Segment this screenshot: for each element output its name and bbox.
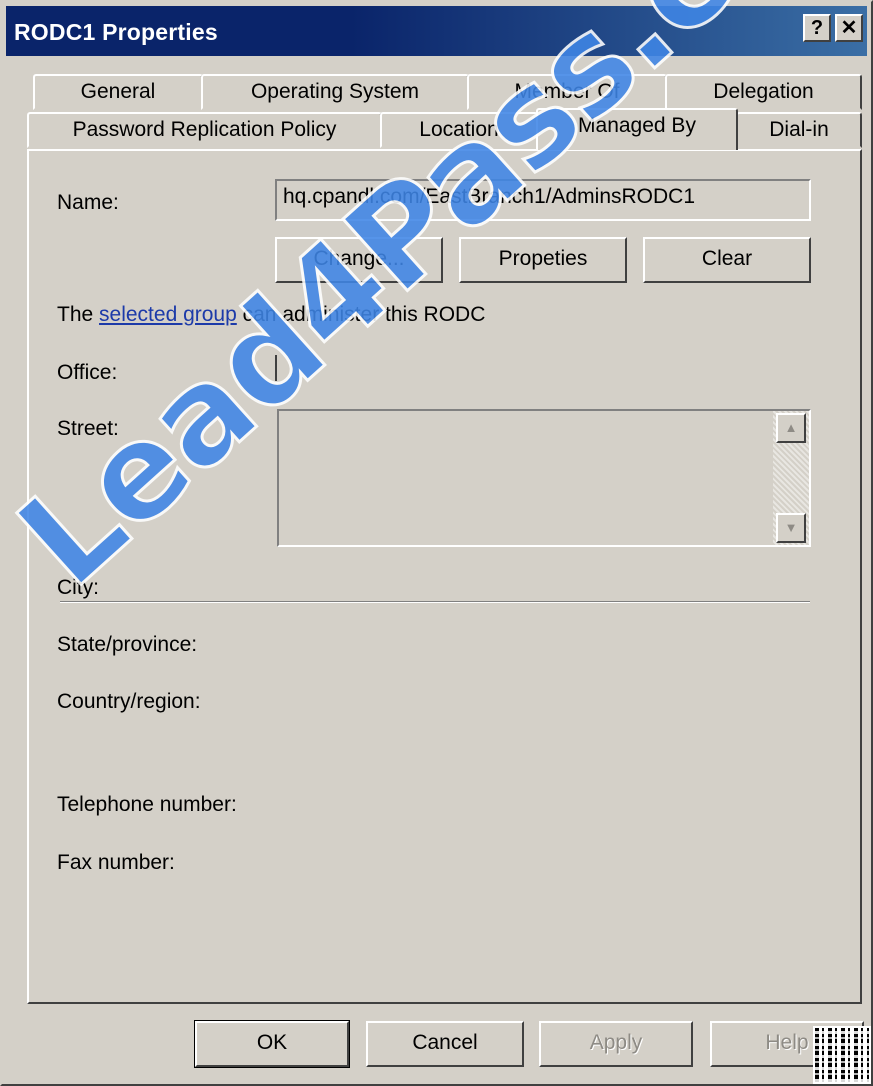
street-field[interactable]: ▲ ▼ <box>277 409 811 547</box>
properties-dialog: RODC1 Properties ? ✕ General Operating S… <box>0 0 873 1086</box>
qr-code-icon <box>813 1026 871 1084</box>
scroll-down-icon[interactable]: ▼ <box>776 513 806 543</box>
selected-group-link[interactable]: selected group <box>99 303 237 326</box>
info-prefix: The <box>57 303 100 326</box>
close-icon[interactable]: ✕ <box>835 14 863 42</box>
window-title: RODC1 Properties <box>14 19 218 45</box>
cancel-button[interactable]: Cancel <box>366 1021 524 1067</box>
street-label: Street: <box>57 417 119 440</box>
office-label: Office: <box>57 361 118 384</box>
scroll-up-icon[interactable]: ▲ <box>776 413 806 443</box>
clear-button[interactable]: Clear <box>643 237 811 283</box>
tab-member-of[interactable]: Member Of <box>467 74 667 110</box>
help-icon[interactable]: ? <box>803 14 831 42</box>
name-field[interactable]: hq.cpandl.com/EastBranch1/AdminsRODC1 <box>275 179 811 221</box>
managed-by-info: The selected group can administer this R… <box>57 303 485 327</box>
street-scrollbar[interactable]: ▲ ▼ <box>773 411 809 545</box>
tab-dial-in[interactable]: Dial-in <box>736 112 862 148</box>
tab-managed-by[interactable]: Managed By <box>536 108 738 150</box>
change-button[interactable]: Change... <box>275 237 443 283</box>
tab-password-replication-policy[interactable]: Password Replication Policy <box>27 112 382 148</box>
office-field[interactable] <box>275 355 277 381</box>
section-divider <box>60 601 810 603</box>
name-label: Name: <box>57 191 119 214</box>
telephone-label: Telephone number: <box>57 793 237 816</box>
state-label: State/province: <box>57 633 198 656</box>
tab-delegation[interactable]: Delegation <box>665 74 862 110</box>
country-label: Country/region: <box>57 690 201 713</box>
city-label: City: <box>57 576 99 599</box>
managed-by-panel: Name: hq.cpandl.com/EastBranch1/AdminsRO… <box>27 149 862 1004</box>
title-bar[interactable]: RODC1 Properties ? ✕ <box>6 6 867 56</box>
info-suffix: can administer this RODC <box>236 303 486 326</box>
fax-label: Fax number: <box>57 851 175 874</box>
apply-button[interactable]: Apply <box>539 1021 693 1067</box>
ok-button[interactable]: OK <box>194 1020 350 1068</box>
properties-button[interactable]: Propeties <box>459 237 627 283</box>
tab-operating-system[interactable]: Operating System <box>201 74 469 110</box>
tab-general[interactable]: General <box>33 74 203 110</box>
tab-location[interactable]: Location <box>380 112 538 148</box>
